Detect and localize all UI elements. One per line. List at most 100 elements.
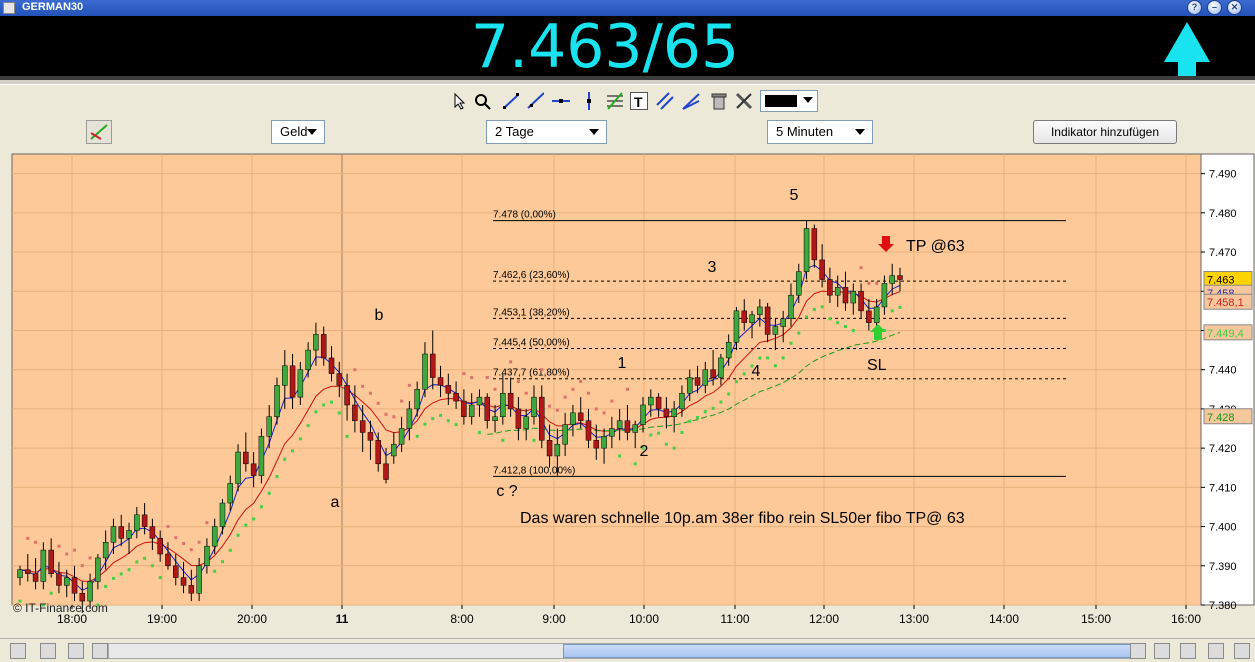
settings-icon[interactable] [40, 643, 56, 659]
candle-body [165, 553, 171, 567]
y-tick-label: 7.440 [1209, 365, 1237, 377]
scroll-end-icon[interactable] [1154, 643, 1170, 659]
candle-body [593, 440, 600, 449]
sar-dot [34, 540, 38, 544]
candle-body [858, 291, 864, 312]
candle-body [850, 291, 857, 304]
tools-icon[interactable] [735, 92, 753, 110]
price-type-select[interactable]: Geld [271, 120, 325, 144]
help-icon[interactable]: ? [1187, 0, 1202, 15]
sar-dot [368, 391, 372, 395]
scroll-right-icon[interactable] [1130, 643, 1146, 659]
price-chart[interactable]: 7.4907.4807.4707.4607.4507.4407.4307.420… [0, 150, 1255, 638]
sar-dot [49, 591, 53, 595]
quote-price: 7.463/65 [470, 12, 740, 82]
chart-controls: Geld 2 Tage 5 Minuten Indikator hinzufüg… [0, 116, 1255, 150]
x-tick-label: 10:00 [629, 612, 659, 626]
print-icon[interactable] [68, 643, 84, 659]
chart-settings-button[interactable] [86, 120, 112, 144]
window-title: GERMAN30 [22, 1, 84, 13]
text-icon[interactable]: T [630, 92, 648, 110]
sar-dot [571, 387, 575, 391]
sar-dot [73, 548, 77, 552]
candle-body [757, 306, 763, 316]
candle-body [640, 404, 646, 425]
interval-select[interactable]: 5 Minuten [767, 120, 873, 144]
candle-body [79, 592, 86, 602]
sar-dot [742, 372, 746, 376]
candle-body [391, 443, 397, 457]
x-tick-label: 15:00 [1081, 612, 1111, 626]
y-tick-label: 7.400 [1209, 522, 1237, 534]
sar-dot [462, 372, 466, 376]
fit-icon[interactable] [1180, 643, 1196, 659]
sar-dot [797, 331, 801, 335]
candle-body [609, 428, 615, 437]
sar-dot [205, 521, 209, 525]
candle-body [383, 463, 389, 480]
candle-body [702, 369, 709, 386]
zoom-icon[interactable] [473, 92, 491, 110]
sar-dot [26, 536, 30, 540]
wave-label: 1 [618, 355, 627, 372]
close-icon[interactable]: ✕ [1227, 0, 1242, 15]
scroll-thumb[interactable] [563, 644, 1138, 658]
chart-scrollbar [0, 638, 1255, 662]
sar-dot [727, 392, 731, 396]
ray-icon[interactable] [526, 92, 544, 110]
x-tick-label: 20:00 [237, 612, 267, 626]
sar-dot [703, 410, 707, 414]
candle-body [118, 526, 124, 539]
scroll-left-icon[interactable] [92, 643, 108, 659]
candle-body [577, 412, 584, 421]
scroll-track[interactable] [108, 643, 1144, 659]
vertical-line-icon[interactable] [580, 92, 598, 110]
sar-dot [579, 379, 583, 383]
sar-dot [213, 569, 217, 573]
trash-icon[interactable] [710, 92, 728, 110]
channel-icon[interactable] [656, 92, 674, 110]
sar-dot [711, 406, 715, 410]
sar-dot [773, 364, 777, 368]
sar-dot [594, 407, 598, 411]
y-axis [1200, 153, 1255, 606]
candle-body [632, 424, 638, 433]
fib-level-label: 7.453,1 (38,20%) [493, 307, 570, 318]
trendline-icon[interactable] [502, 92, 520, 110]
candle-body [398, 428, 405, 445]
y-tick-label: 7.480 [1209, 208, 1237, 220]
candle-body [772, 326, 779, 335]
candle-body [196, 565, 202, 594]
sar-dot [252, 517, 256, 521]
sar-dot [361, 384, 365, 388]
range-value: 2 Tage [495, 124, 534, 139]
color-picker[interactable] [760, 90, 818, 112]
sar-dot [548, 404, 552, 408]
candle-body [313, 334, 319, 351]
crosshair-icon[interactable] [10, 643, 26, 659]
pointer-icon[interactable] [450, 92, 468, 110]
candle-body [811, 228, 818, 261]
candle-body [453, 392, 459, 402]
fibonacci-icon[interactable] [606, 92, 624, 110]
channel-fan-icon[interactable] [682, 92, 700, 110]
sar-dot [267, 491, 271, 495]
candle-body [126, 530, 132, 539]
range-select[interactable]: 2 Tage [486, 120, 607, 144]
plot-area [11, 153, 1202, 606]
candle-body [25, 569, 31, 574]
sar-dot [119, 572, 123, 576]
minimize-icon[interactable]: – [1207, 0, 1222, 15]
sar-dot [384, 412, 388, 416]
candle-body [157, 538, 163, 555]
candle-body [445, 385, 452, 394]
add-indicator-button[interactable]: Indikator hinzufügen [1033, 120, 1177, 144]
zoom-in-icon[interactable] [1234, 643, 1250, 659]
horizontal-line-icon[interactable] [552, 92, 570, 110]
price-label: 7.449,4 [1207, 328, 1244, 340]
candle-body [328, 357, 335, 374]
candle-body [679, 392, 685, 410]
zoom-out-icon[interactable] [1208, 643, 1224, 659]
candle-body [367, 432, 374, 441]
candle-body [468, 404, 475, 418]
